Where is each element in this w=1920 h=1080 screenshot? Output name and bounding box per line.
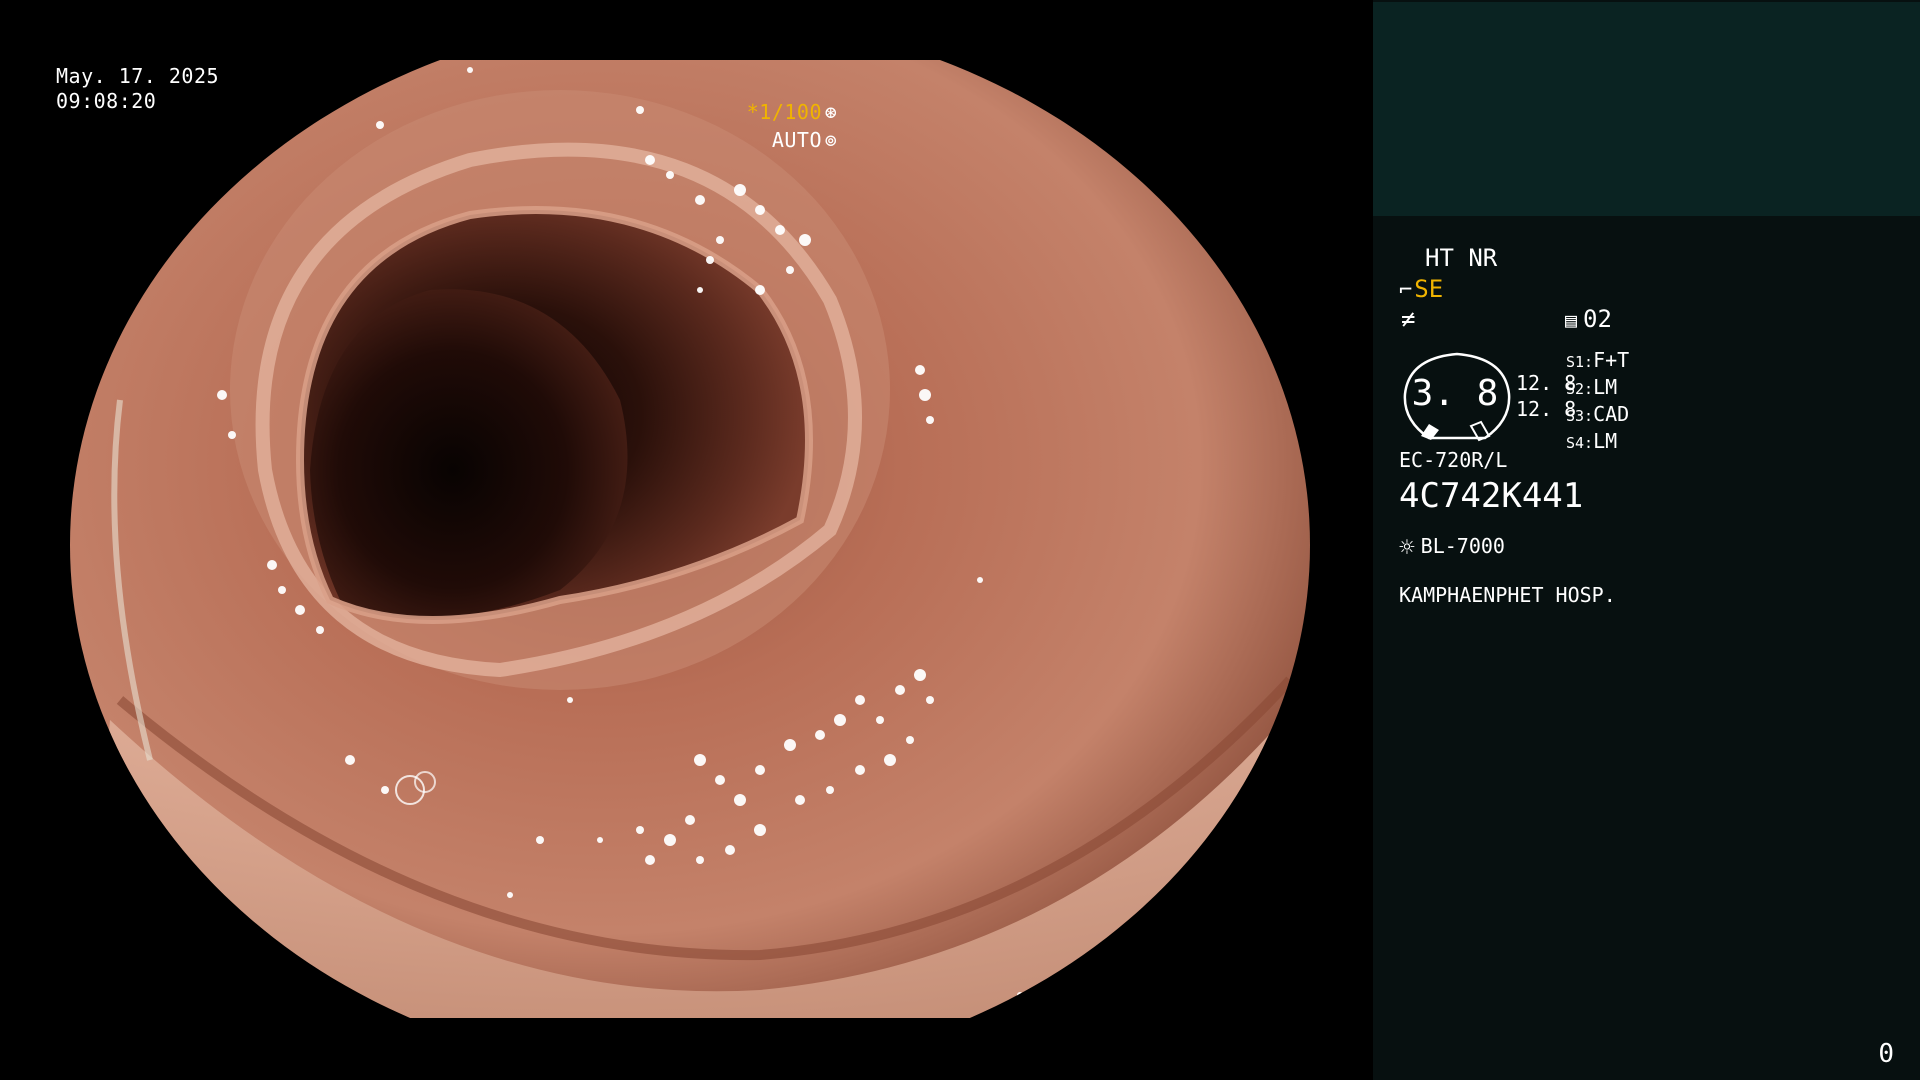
switch-item: S1:F+T: [1566, 348, 1630, 372]
structure-enhance-row: ⌐SE: [1399, 275, 1443, 305]
image-counter: 0: [1878, 1039, 1894, 1069]
switch-item: S3:CAD: [1566, 402, 1630, 426]
media-count: 02: [1583, 305, 1612, 333]
endoscope-image: [70, 60, 1310, 1018]
switch-item: S4:LM: [1566, 429, 1618, 453]
exposure-display: *1/100 ⊛ AUTO ⊚: [747, 98, 840, 154]
switch-assignments: S1:F+T S2:LM S3:CAD S4:LM: [1566, 348, 1629, 456]
freeze-icon: ≠: [1401, 305, 1416, 333]
light-source-row: ☼ BL-7000: [1399, 532, 1505, 562]
datetime-display: May. 17. 2025 09:08:20: [56, 64, 219, 114]
edge-enhance-icon: ⌐: [1399, 278, 1413, 303]
time-text: 09:08:20: [56, 89, 157, 113]
zoom-value: 3. 8: [1411, 373, 1499, 414]
serial-number: 4C742K441: [1399, 476, 1584, 516]
shutter-speed-text: *1/100: [746, 100, 822, 124]
hospital-name: KAMPHAENPHET HOSP.: [1399, 583, 1616, 607]
info-panel: HT NR ⌐SE ≠ ▤ 02 3. 8 12. 8 12. 8 S1:F+T …: [1373, 0, 1920, 1080]
se-label: SE: [1414, 275, 1444, 303]
thumbnail-area: [1373, 2, 1920, 216]
media-count-row: ▤ 02: [1565, 305, 1612, 334]
iris-icon: ⊚: [824, 128, 838, 152]
exposure-mode-text: AUTO: [771, 128, 822, 152]
date-text: May. 17. 2025: [56, 64, 220, 88]
light-bulb-icon: ☼: [1399, 533, 1415, 563]
shutter-speed-row: *1/100 ⊛: [747, 98, 840, 126]
endoscope-view: May. 17. 2025 09:08:20 *1/100 ⊛ AUTO ⊚: [0, 0, 1372, 1080]
exposure-mode-row: AUTO ⊚: [747, 126, 840, 154]
memory-card-icon: ▤: [1565, 308, 1578, 332]
scope-model: EC-720R/L: [1399, 448, 1508, 472]
light-source: BL-7000: [1420, 534, 1505, 558]
enhance-mode: HT NR: [1425, 244, 1498, 272]
aperture-icon: ⊛: [824, 100, 838, 124]
switch-item: S2:LM: [1566, 375, 1618, 399]
